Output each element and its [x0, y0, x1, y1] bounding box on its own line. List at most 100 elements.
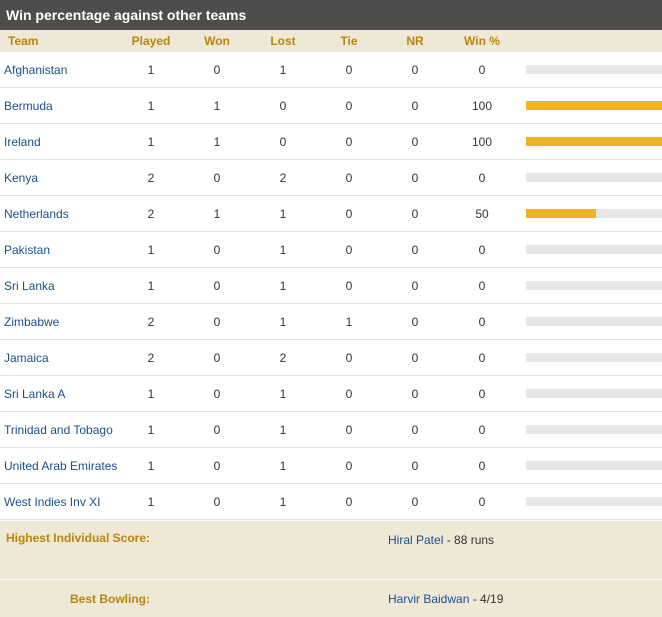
cell-win-pct: 0 — [478, 386, 486, 401]
cell-tie: 0 — [345, 422, 353, 437]
cell-win-bar — [516, 281, 662, 290]
cell-played: 1 — [147, 458, 155, 473]
win-bar-track — [526, 137, 662, 146]
team-link[interactable]: Netherlands — [4, 207, 69, 221]
team-link[interactable]: Trinidad and Tobago — [4, 423, 113, 437]
cell-tie: 0 — [345, 206, 353, 221]
team-link[interactable]: West Indies Inv XI — [4, 495, 101, 509]
cell-team: Zimbabwe — [0, 315, 118, 329]
header-lost[interactable]: Lost — [250, 34, 316, 48]
cell-played: 1 — [147, 134, 155, 149]
cell-win-pct: 50 — [475, 206, 489, 221]
cell-win-pct: 0 — [478, 170, 486, 185]
header-win-pct[interactable]: Win % — [448, 34, 516, 48]
cell-played: 1 — [147, 278, 155, 293]
cell-team: Bermuda — [0, 99, 118, 113]
cell-win-pct: 0 — [478, 62, 486, 77]
cell-win-bar — [516, 101, 662, 110]
cell-lost: 1 — [279, 494, 287, 509]
table-row: Sri Lanka A 1 0 1 0 0 0 — [0, 376, 662, 412]
cell-win-bar — [516, 209, 662, 218]
team-link[interactable]: Afghanistan — [4, 63, 67, 77]
win-bar-track — [526, 317, 662, 326]
cell-team: Netherlands — [0, 207, 118, 221]
cell-win-pct: 0 — [478, 494, 486, 509]
table-row: Ireland 1 1 0 0 0 100 — [0, 124, 662, 160]
cell-won: 0 — [213, 350, 221, 365]
cell-won: 0 — [213, 62, 221, 77]
team-link[interactable]: Ireland — [4, 135, 41, 149]
cell-played: 1 — [147, 494, 155, 509]
highest-score-row: Highest Individual Score: Hiral Patel - … — [0, 520, 662, 579]
cell-lost: 1 — [279, 278, 287, 293]
highest-score-value: Hiral Patel - 88 runs — [156, 521, 494, 579]
cell-won: 0 — [213, 422, 221, 437]
highest-score-player-link[interactable]: Hiral Patel — [388, 533, 443, 547]
win-bar-track — [526, 389, 662, 398]
highest-score-label: Highest Individual Score: — [5, 531, 150, 545]
team-link[interactable]: Sri Lanka — [4, 279, 55, 293]
cell-tie: 0 — [345, 170, 353, 185]
team-link[interactable]: Zimbabwe — [4, 315, 59, 329]
cell-nr: 0 — [411, 314, 419, 329]
cell-lost: 1 — [279, 422, 287, 437]
table-row: Trinidad and Tobago 1 0 1 0 0 0 — [0, 412, 662, 448]
cell-team: Sri Lanka — [0, 279, 118, 293]
header-team[interactable]: Team — [0, 34, 118, 48]
cell-win-bar — [516, 137, 662, 146]
best-bowling-player-link[interactable]: Harvir Baidwan — [388, 592, 469, 606]
table-row: Sri Lanka 1 0 1 0 0 0 — [0, 268, 662, 304]
cell-team: Trinidad and Tobago — [0, 423, 118, 437]
cell-win-pct: 0 — [478, 458, 486, 473]
cell-team: Kenya — [0, 171, 118, 185]
cell-tie: 0 — [345, 134, 353, 149]
cell-win-bar — [516, 173, 662, 182]
cell-won: 0 — [213, 242, 221, 257]
table-body: Afghanistan 1 0 1 0 0 0 Bermuda 1 1 0 0 0 1 0 0 Ireland 1… — [0, 52, 662, 520]
cell-team: Jamaica — [0, 351, 118, 365]
cell-played: 2 — [147, 314, 155, 329]
cell-nr: 0 — [411, 350, 419, 365]
cell-won: 0 — [213, 386, 221, 401]
team-link[interactable]: United Arab Emirates — [4, 459, 117, 473]
table-row: West Indies Inv XI 1 0 1 0 0 0 — [0, 484, 662, 520]
cell-team: West Indies Inv XI — [0, 495, 118, 509]
cell-nr: 0 — [411, 170, 419, 185]
team-link[interactable]: Bermuda — [4, 99, 53, 113]
cell-lost: 1 — [279, 458, 287, 473]
highest-score-detail: - 88 runs — [443, 533, 495, 547]
team-link[interactable]: Jamaica — [4, 351, 49, 365]
win-bar-track — [526, 281, 662, 290]
header-nr[interactable]: NR — [382, 34, 448, 48]
cell-win-bar — [516, 317, 662, 326]
cell-played: 1 — [147, 98, 155, 113]
cell-win-bar — [516, 245, 662, 254]
team-link[interactable]: Pakistan — [4, 243, 50, 257]
cell-won: 1 — [213, 98, 221, 113]
cell-nr: 0 — [411, 422, 419, 437]
table-row: Netherlands 2 1 1 0 0 50 — [0, 196, 662, 232]
team-link[interactable]: Sri Lanka A — [4, 387, 65, 401]
cell-nr: 0 — [411, 458, 419, 473]
best-bowling-value: Harvir Baidwan - 4/19 — [156, 592, 503, 606]
win-bar-track — [526, 425, 662, 434]
cell-tie: 1 — [345, 314, 353, 329]
win-bar-fill — [526, 137, 662, 146]
cell-lost: 1 — [279, 386, 287, 401]
header-won[interactable]: Won — [184, 34, 250, 48]
header-played[interactable]: Played — [118, 34, 184, 48]
cell-nr: 0 — [411, 98, 419, 113]
team-link[interactable]: Kenya — [4, 171, 38, 185]
cell-team: Afghanistan — [0, 63, 118, 77]
cell-win-bar — [516, 497, 662, 506]
table-row: Pakistan 1 0 1 0 0 0 — [0, 232, 662, 268]
win-bar-fill — [526, 209, 596, 218]
header-tie[interactable]: Tie — [316, 34, 382, 48]
cell-tie: 0 — [345, 350, 353, 365]
win-bar-track — [526, 461, 662, 470]
cell-played: 1 — [147, 62, 155, 77]
best-bowling-detail: - 4/19 — [469, 591, 504, 606]
cell-lost: 1 — [279, 62, 287, 77]
cell-tie: 0 — [345, 386, 353, 401]
cell-win-pct: 0 — [478, 422, 486, 437]
